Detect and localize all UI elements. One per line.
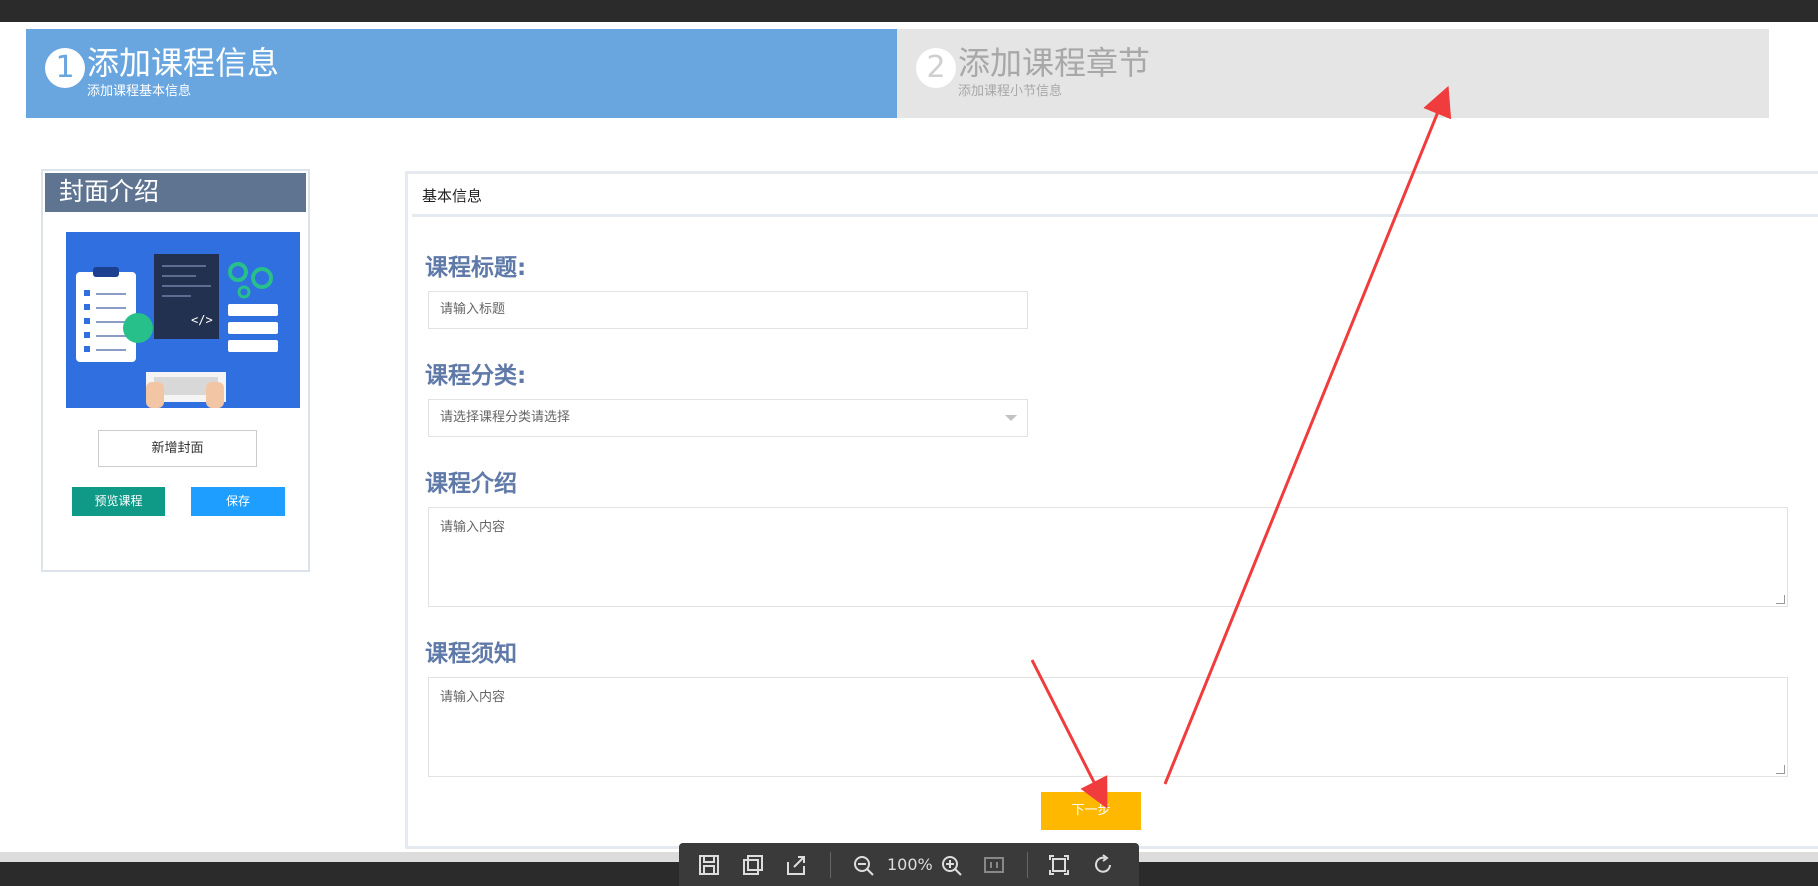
rotate-icon[interactable] [1091,854,1115,876]
zoom-out-icon[interactable] [851,854,875,876]
actual-size-icon[interactable] [982,854,1006,876]
step-add-course-chapters[interactable]: 2 添加课程章节 添加课程小节信息 [897,29,1769,118]
course-category-value: 请选择课程分类请选择 [440,410,571,425]
step-subtitle: 添加课程小节信息 [958,84,1063,99]
step-number: 2 [916,48,956,88]
zoom-in-icon[interactable] [939,854,963,876]
step-title: 添加课程信息 [87,44,280,82]
cover-card: 封面介绍 </> 新增封面 预览课程 保存 [41,169,310,572]
step-add-course-info[interactable]: 1 添加课程信息 添加课程基本信息 [26,29,897,118]
step-title: 添加课程章节 [958,44,1151,82]
preview-course-button[interactable]: 预览课程 [72,487,165,516]
course-title-label: 课程标题: [425,255,527,281]
resize-handle-icon[interactable] [1776,595,1785,604]
fit-screen-icon[interactable] [1047,854,1071,876]
panel-title: 基本信息 [412,177,1818,217]
add-cover-button[interactable]: 新增封面 [98,430,257,467]
copy-icon[interactable] [741,854,765,876]
course-notice-textarea[interactable]: 请输入内容 [428,677,1788,777]
cover-header: 封面介绍 [45,173,306,212]
toolbar-divider [830,852,831,878]
course-intro-placeholder: 请输入内容 [440,520,506,535]
resize-handle-icon[interactable] [1776,765,1785,774]
cover-image: </> [66,232,300,408]
next-step-button[interactable]: 下一步 [1041,792,1141,830]
save-button[interactable]: 保存 [191,487,285,516]
course-category-label: 课程分类: [425,363,527,389]
zoom-level: 100% [887,855,933,874]
course-notice-label: 课程须知 [425,641,517,667]
toolbar-divider [1027,852,1028,878]
course-intro-textarea[interactable]: 请输入内容 [428,507,1788,607]
course-title-input[interactable]: 请输入标题 [428,291,1028,329]
course-intro-label: 课程介绍 [425,471,517,497]
step-subtitle: 添加课程基本信息 [87,84,192,99]
share-icon[interactable] [784,854,808,876]
svg-text:</>: </> [191,313,213,327]
save-icon[interactable] [697,854,721,876]
basic-info-panel: 基本信息 课程标题: 请输入标题 课程分类: 请选择课程分类请选择 课程介绍 请… [405,171,1818,849]
chevron-down-icon [1005,415,1017,421]
image-viewer-toolbar: 100% [679,843,1139,886]
course-notice-placeholder: 请输入内容 [440,690,506,705]
top-window-bar [0,0,1818,22]
course-category-select[interactable]: 请选择课程分类请选择 [428,399,1028,437]
step-number: 1 [45,48,85,88]
